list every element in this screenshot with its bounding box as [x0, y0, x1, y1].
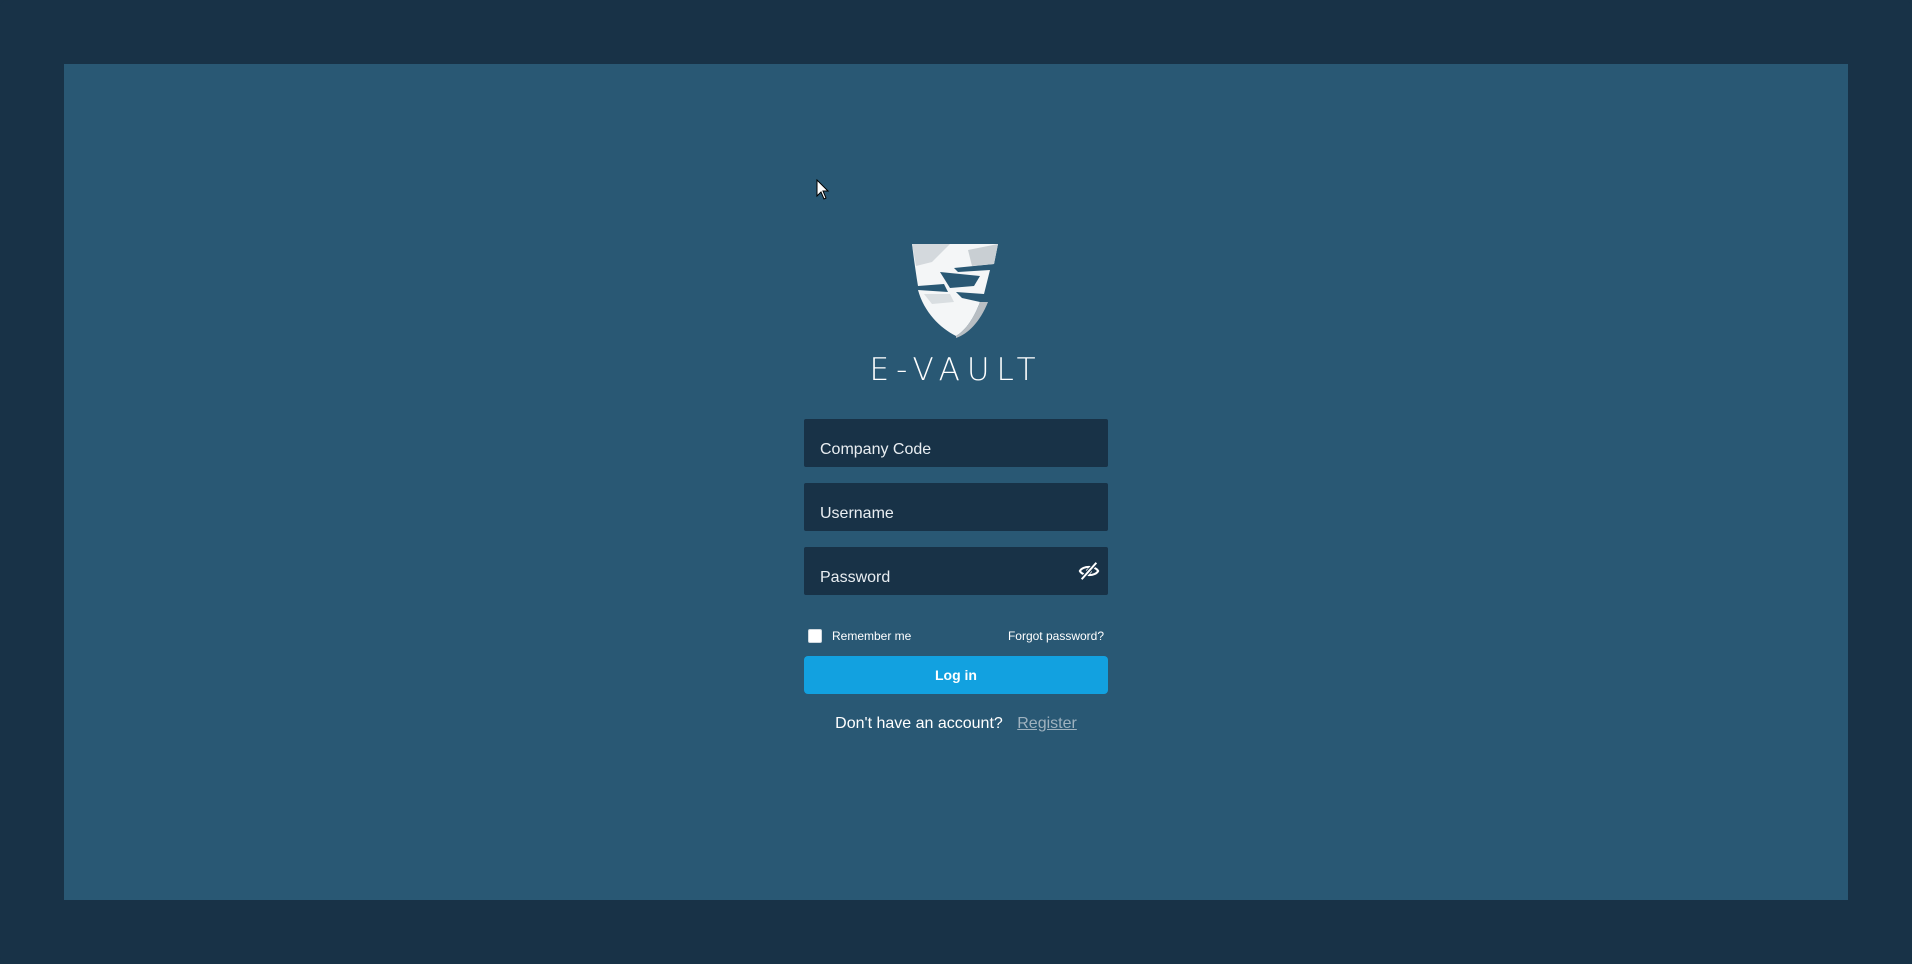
username-input[interactable]	[804, 483, 1108, 531]
shield-e-logo-icon	[912, 244, 998, 338]
mouse-cursor-icon	[816, 179, 830, 200]
signup-text: Don't have an account?	[835, 715, 1003, 732]
signup-prompt: Don't have an account? Register	[804, 715, 1108, 733]
remember-me-checkbox[interactable]	[808, 629, 822, 643]
forgot-password-link[interactable]: Forgot password?	[1008, 629, 1104, 643]
login-panel	[64, 64, 1848, 900]
remember-me[interactable]: Remember me	[808, 627, 911, 645]
company-code-field[interactable]	[804, 419, 1108, 467]
password-input[interactable]	[804, 547, 1108, 595]
remember-me-label: Remember me	[832, 629, 912, 643]
company-code-input[interactable]	[804, 419, 1108, 467]
password-field[interactable]	[804, 547, 1108, 595]
username-field[interactable]	[804, 483, 1108, 531]
brand-name: E-VAULT	[869, 352, 1043, 388]
app-window: E-VAULT Remember me Forgot password? Log…	[0, 0, 1912, 964]
register-link[interactable]: Register	[1017, 715, 1077, 732]
login-button[interactable]: Log in	[804, 656, 1108, 694]
eye-slash-icon[interactable]	[1078, 560, 1100, 582]
